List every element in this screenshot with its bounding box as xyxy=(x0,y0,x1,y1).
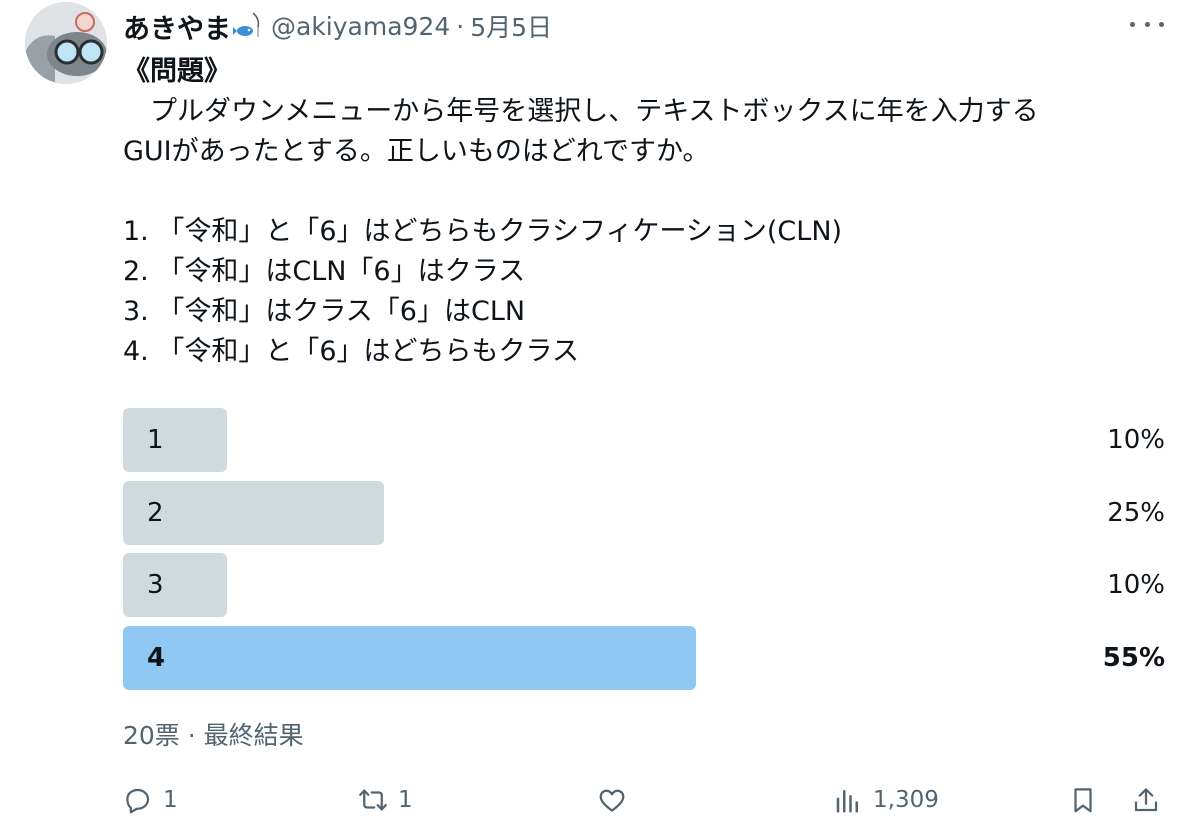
author-handle[interactable]: @akiyama924 xyxy=(271,12,450,41)
fishing-icon xyxy=(233,11,263,41)
tweet-text: 《問題》 プルダウンメニューから年号を選択し、テキストボックスに年を入力する G… xyxy=(123,52,1183,372)
author-name[interactable]: あきやま xyxy=(123,7,231,46)
poll-option-4: 4 55% xyxy=(123,625,1165,690)
text-line: プルダウンメニューから年号を選択し、テキストボックスに年を入力する xyxy=(123,96,1039,127)
retweet-icon xyxy=(359,789,387,811)
text-line-blank xyxy=(123,172,1183,212)
poll-meta: 20票 · 最終結果 xyxy=(123,721,304,750)
text-line: 3. 「令和」はクラス「6」はCLN xyxy=(123,296,526,327)
views-button[interactable]: 1,309 xyxy=(833,778,939,822)
reply-button[interactable]: 1 xyxy=(123,778,178,822)
poll-option-percent: 10% xyxy=(1107,425,1165,455)
tweet-header: あきやま @akiyama924 · 5月5日 xyxy=(123,6,552,46)
poll-option-percent: 55% xyxy=(1102,642,1165,673)
reply-icon xyxy=(126,788,150,814)
poll-bar xyxy=(123,408,227,472)
views-icon xyxy=(836,790,858,813)
text-line: 4. 「令和」と「6」はどちらもクラス xyxy=(123,336,579,367)
separator-dot: · xyxy=(456,11,465,41)
poll: 1 10% 2 25% 3 10% 4 55% xyxy=(123,408,1165,698)
text-line: 2. 「令和」はCLN「6」はクラス xyxy=(123,256,526,287)
poll-option-3: 3 10% xyxy=(123,553,1165,617)
text-line: GUIがあったとする。正しいものはどれですか。 xyxy=(123,136,710,167)
poll-option-2: 2 25% xyxy=(123,480,1165,545)
action-bar: 1 1 1,309 xyxy=(123,778,1168,822)
retweet-count: 1 xyxy=(398,787,413,813)
poll-bar xyxy=(123,553,227,617)
share-icon xyxy=(1134,788,1158,812)
like-icon xyxy=(599,789,625,812)
poll-option-label: 2 xyxy=(147,497,164,528)
bookmark-icon xyxy=(1074,788,1092,813)
poll-option-label: 3 xyxy=(147,570,164,600)
poll-option-1: 1 10% xyxy=(123,408,1165,472)
retweet-button[interactable]: 1 xyxy=(358,778,413,822)
poll-option-label: 1 xyxy=(147,425,164,455)
text-line: 《問題》 xyxy=(123,56,231,87)
poll-option-percent: 25% xyxy=(1107,497,1165,528)
bookmark-button[interactable] xyxy=(1068,778,1098,822)
tweet-date[interactable]: 5月5日 xyxy=(470,8,552,44)
more-options-icon[interactable] xyxy=(1130,12,1164,36)
avatar-image xyxy=(25,2,107,84)
poll-option-label: 4 xyxy=(147,642,166,673)
avatar[interactable] xyxy=(25,2,107,84)
views-count: 1,309 xyxy=(873,787,939,813)
share-button[interactable] xyxy=(1131,778,1161,822)
poll-option-percent: 10% xyxy=(1107,570,1165,600)
poll-bar xyxy=(123,625,696,690)
reply-count: 1 xyxy=(163,787,178,813)
like-button[interactable] xyxy=(597,778,637,822)
text-line: 1. 「令和」と「6」はどちらもクラシフィケーション(CLN) xyxy=(123,216,843,247)
